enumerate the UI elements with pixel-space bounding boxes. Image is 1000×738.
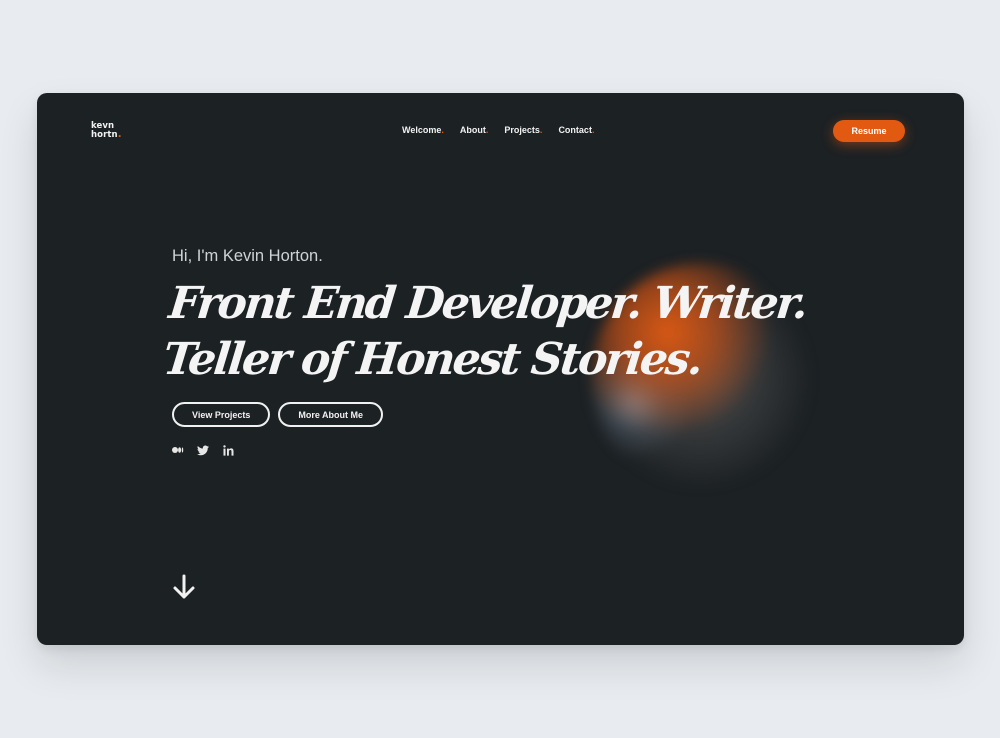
view-projects-button[interactable]: View Projects (172, 402, 271, 427)
nav-label: Welcome (402, 125, 442, 135)
nav-label: Contact (558, 125, 592, 135)
social-links (172, 444, 932, 456)
medium-icon[interactable] (172, 444, 184, 456)
headline-line1: Front End Developer. Writer. (166, 278, 809, 329)
site-logo[interactable]: kevn hortn. (91, 122, 122, 140)
main-nav: Welcome. About. Projects. Contact. (402, 125, 594, 135)
hero-greeting: Hi, I'm Kevin Horton. (172, 247, 323, 265)
logo-line2: hortn (91, 129, 118, 140)
hero-section: Hi, I'm Kevin Horton. Front End Develope… (161, 247, 932, 456)
nav-dot: . (441, 125, 444, 135)
cta-group: View Projects More About Me (172, 402, 932, 427)
nav-label: About (459, 125, 486, 135)
nav-item-contact[interactable]: Contact. (558, 125, 594, 135)
hero-window: kevn hortn. Welcome. About. Projects. Co… (37, 93, 964, 645)
nav-item-welcome[interactable]: Welcome. (402, 125, 444, 135)
nav-dot: . (539, 125, 543, 135)
nav-label: Projects (504, 125, 540, 135)
nav-item-projects[interactable]: Projects. (504, 125, 542, 135)
linkedin-icon[interactable] (222, 444, 234, 456)
hero-headline: Front End Developer. Writer. Teller of H… (160, 276, 932, 388)
headline-line2: Teller of Honest Stories. (160, 334, 704, 385)
nav-item-about[interactable]: About. (460, 125, 489, 135)
nav-dot: . (485, 125, 489, 135)
scroll-down-arrow-icon[interactable] (172, 574, 196, 600)
resume-button[interactable]: Resume (833, 120, 905, 142)
nav-dot: . (591, 125, 595, 135)
logo-dot: . (117, 128, 122, 140)
more-about-me-button[interactable]: More About Me (278, 402, 384, 427)
twitter-icon[interactable] (197, 444, 209, 456)
